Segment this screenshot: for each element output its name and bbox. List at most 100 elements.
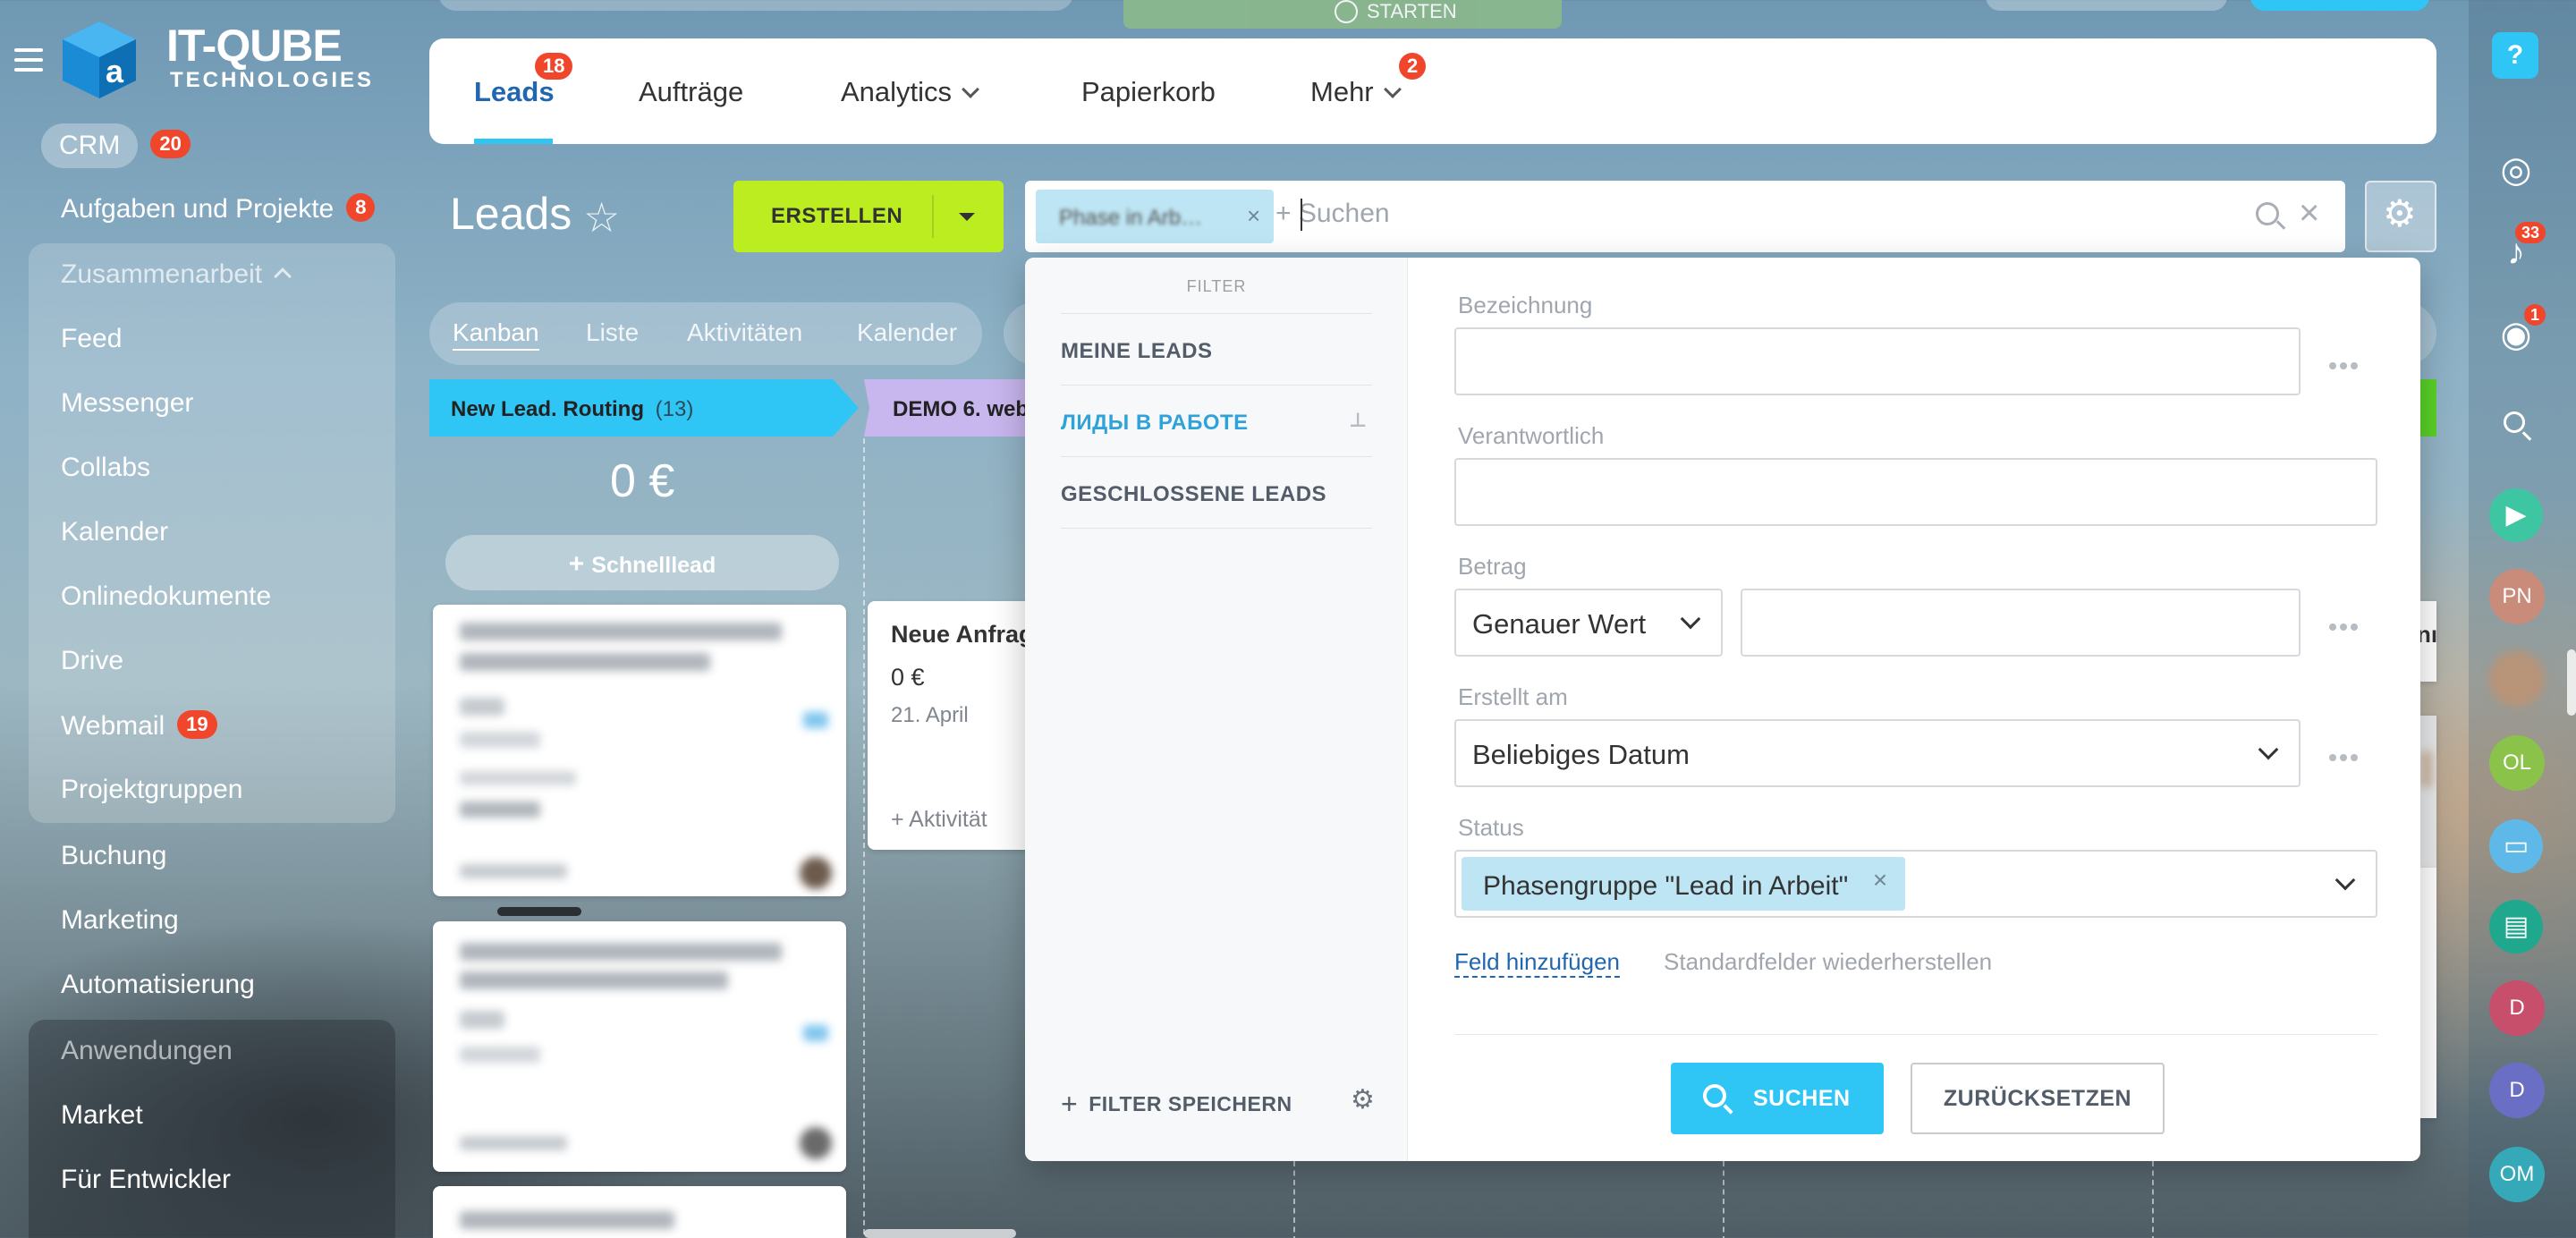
tab-mehr[interactable]: Mehr <box>1310 76 1402 108</box>
avatar[interactable]: D <box>2489 980 2545 1036</box>
restore-default-fields-link[interactable]: Standardfelder wiederherstellen <box>1664 948 1992 976</box>
bezeichnung-input[interactable] <box>1454 327 2301 395</box>
lead-card-amount: 0 € <box>891 664 925 691</box>
lead-card-neue-anfrage[interactable]: Neue Anfrag 0 € 21. April + Aktivität <box>868 601 1038 850</box>
filter-preset-geschlossene-leads[interactable]: GESCHLOSSENE LEADS <box>1061 457 1372 529</box>
kanban-column-header-demo[interactable]: DEMO 6. web <box>864 379 1043 437</box>
sidebar-item-drive[interactable]: Drive <box>61 646 123 676</box>
search-button[interactable]: SUCHEN <box>1671 1063 1884 1134</box>
kanban-column-header-routing[interactable]: New Lead. Routing (13) <box>429 379 859 437</box>
sidebar-item-messenger[interactable]: Messenger <box>61 388 193 419</box>
clear-search-icon[interactable]: × <box>2299 193 2319 233</box>
search-icon[interactable] <box>2489 399 2543 453</box>
right-scroll-handle[interactable] <box>2567 649 2576 716</box>
lead-card[interactable] <box>433 921 846 1172</box>
lead-card[interactable] <box>433 1186 846 1238</box>
create-dropdown-caret-icon[interactable] <box>959 213 975 221</box>
avatar[interactable] <box>2489 651 2545 707</box>
top-search-partial[interactable] <box>438 0 1073 11</box>
add-activity-link[interactable]: + Aktivität <box>891 807 987 833</box>
tab-analytics[interactable]: Analytics <box>841 76 979 108</box>
column-divider <box>1723 1161 1724 1238</box>
sidebar-item-collabs[interactable]: Collabs <box>61 453 150 483</box>
lead-card[interactable] <box>433 605 846 896</box>
field-more-icon[interactable] <box>2329 358 2365 369</box>
reset-button[interactable]: ZURÜCKSETZEN <box>1911 1063 2165 1134</box>
lead-card-content <box>460 1136 567 1150</box>
crm-badge: 20 <box>150 130 191 158</box>
avatar[interactable]: OL <box>2489 735 2545 791</box>
field-label-erstellt-am: Erstellt am <box>1458 683 1568 710</box>
view-tab-aktivitaeten[interactable]: Aktivitäten <box>687 318 802 347</box>
field-more-icon[interactable] <box>2329 750 2365 761</box>
logo[interactable]: a IT-QUBE TECHNOLOGIES <box>55 14 371 104</box>
verantwortlich-input[interactable] <box>1454 458 2377 526</box>
view-tab-kanban[interactable]: Kanban <box>453 318 539 351</box>
sidebar-item-feed[interactable]: Feed <box>61 324 122 354</box>
field-label-status: Status <box>1458 814 1524 841</box>
status-chip[interactable]: Phasengruppe "Lead in Arbeit" × <box>1462 857 1906 911</box>
avatar[interactable]: PN <box>2489 569 2545 624</box>
sidebar-item-tasks[interactable]: Aufgaben und Projekte 8 <box>61 193 376 225</box>
filter-preset-leads-in-arbeit[interactable]: ЛИДЫ В РАБОТЕ ⊥ <box>1061 386 1372 457</box>
gear-icon[interactable]: ⚙ <box>1351 1084 1375 1115</box>
quick-lead-button[interactable]: + Schnelllead <box>445 535 839 590</box>
lead-card-content <box>460 1047 540 1063</box>
field-more-icon[interactable] <box>2329 619 2365 631</box>
timer-widget[interactable]: STARTEN <box>1123 0 1562 29</box>
filter-search-bar[interactable]: Phase in Arb… × + Suchen × <box>1025 181 2345 252</box>
settings-button[interactable]: ⚙ <box>2365 181 2436 252</box>
help-icon[interactable]: ? <box>2492 32 2538 79</box>
tab-auftraege[interactable]: Aufträge <box>639 76 743 108</box>
add-field-link[interactable]: Feld hinzufügen <box>1454 948 1621 978</box>
chevron-down-icon[interactable] <box>2334 869 2356 891</box>
sidebar-item-buchung[interactable]: Buchung <box>61 841 166 871</box>
page-title-text: Leads <box>450 189 572 239</box>
avatar[interactable]: OM <box>2489 1147 2545 1202</box>
tab-papierkorb[interactable]: Papierkorb <box>1081 76 1216 108</box>
partial-content <box>2420 751 2433 787</box>
top-right-button-partial[interactable] <box>1986 0 2227 11</box>
pin-icon[interactable]: ⊥ <box>1349 409 1368 432</box>
video-call-icon[interactable]: ▶ <box>2489 488 2543 542</box>
chip-close-icon[interactable]: × <box>1247 202 1260 230</box>
sidebar-item-marketing[interactable]: Marketing <box>61 905 179 936</box>
lead-card-content <box>460 971 728 989</box>
sidebar-item-projektgruppen[interactable]: Projektgruppen <box>61 775 242 805</box>
tab-leads[interactable]: Leads <box>474 76 555 108</box>
copilot-icon[interactable]: ◎ <box>2489 143 2543 197</box>
horizontal-scrollbar[interactable] <box>864 1229 1016 1238</box>
betrag-type-select[interactable]: Genauer Wert <box>1454 589 1723 657</box>
logo-cube-icon: a <box>59 18 140 100</box>
select-value: Beliebiges Datum <box>1472 739 1690 770</box>
sidebar-item-onlinedokumente[interactable]: Onlinedokumente <box>61 581 271 612</box>
sidebar-item-crm[interactable]: CRM 20 <box>41 123 191 168</box>
view-tab-kalender[interactable]: Kalender <box>857 318 957 347</box>
chat-bubble-icon[interactable]: ▭ <box>2489 819 2543 873</box>
menu-toggle-icon[interactable] <box>14 48 43 72</box>
favorite-star-icon[interactable]: ☆ <box>583 193 620 242</box>
chip-close-icon[interactable]: × <box>1873 866 1887 895</box>
sidebar-group-title-zusammenarbeit[interactable]: Zusammenarbeit <box>61 259 292 290</box>
erstellt-am-select[interactable]: Beliebiges Datum <box>1454 719 2301 787</box>
betrag-value-input[interactable] <box>1741 589 2301 657</box>
lead-card-content <box>460 1011 504 1029</box>
filter-chip[interactable]: Phase in Arb… × <box>1036 190 1274 243</box>
sidebar-group-title-anwendungen[interactable]: Anwendungen <box>61 1036 233 1066</box>
top-right-cta-partial[interactable] <box>2250 0 2429 11</box>
sidebar-item-kalender[interactable]: Kalender <box>61 517 168 547</box>
sidebar-item-automatisierung[interactable]: Automatisierung <box>61 970 255 1000</box>
view-tab-liste[interactable]: Liste <box>586 318 639 347</box>
search-input[interactable]: + Suchen <box>1275 199 1390 229</box>
lead-card-title[interactable]: Neue Anfrag <box>891 621 1034 649</box>
sidebar-item-webmail[interactable]: Webmail 19 <box>61 710 217 742</box>
avatar[interactable]: D <box>2489 1063 2545 1118</box>
contact-card-icon[interactable]: ▤ <box>2489 900 2543 954</box>
save-filter-button[interactable]: + FILTER SPEICHERN <box>1061 1088 1292 1121</box>
filter-preset-meine-leads[interactable]: MEINE LEADS <box>1061 314 1372 386</box>
create-button[interactable]: ERSTELLEN <box>733 181 1004 252</box>
filter-dropdown-panel: FILTER MEINE LEADS ЛИДЫ В РАБОТЕ ⊥ GESCH… <box>1025 258 2420 1161</box>
sidebar-item-market[interactable]: Market <box>61 1100 143 1131</box>
sidebar-item-entwickler[interactable]: Für Entwickler <box>61 1165 231 1195</box>
status-multiselect[interactable]: Phasengruppe "Lead in Arbeit" × <box>1454 850 2377 918</box>
